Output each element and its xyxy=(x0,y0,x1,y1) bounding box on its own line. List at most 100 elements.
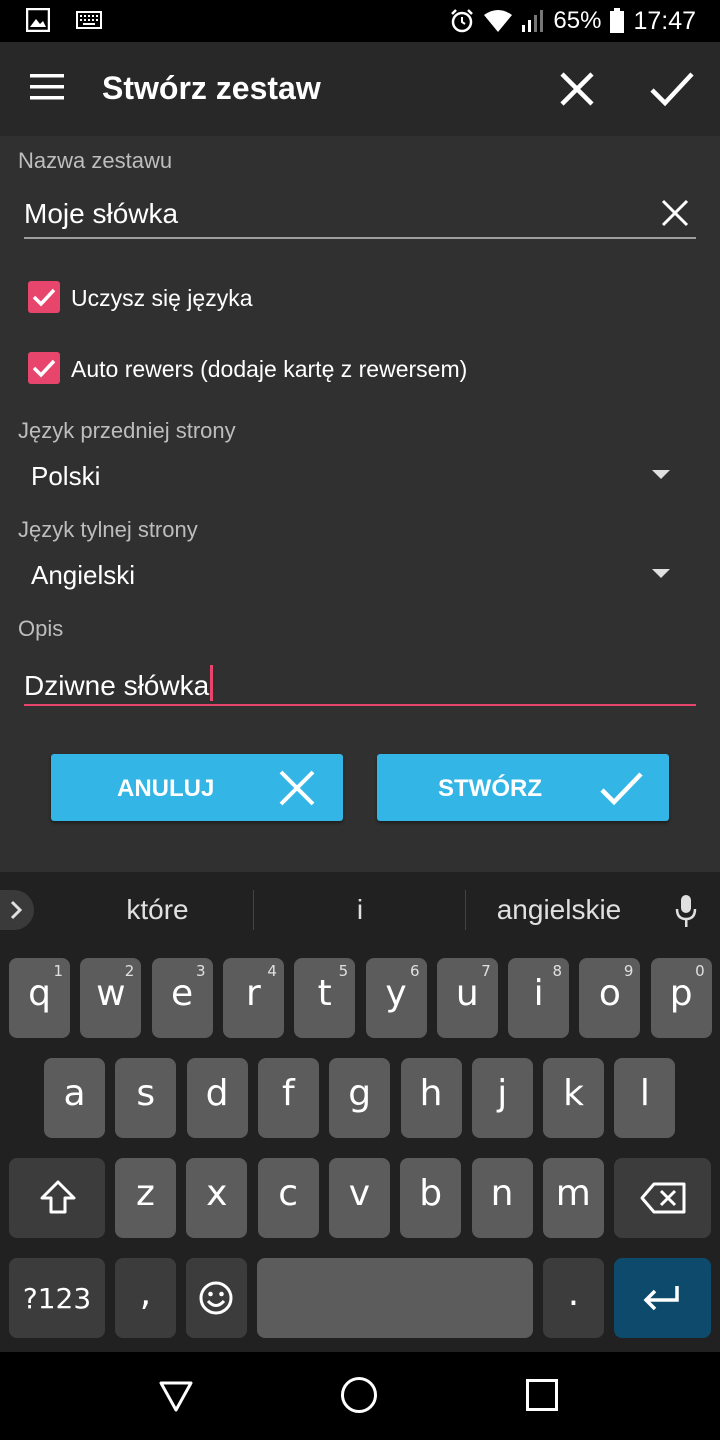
description-label: Opis xyxy=(18,616,64,641)
key-s-label: s xyxy=(136,1073,156,1114)
front-language-dropdown-icon[interactable] xyxy=(652,470,670,479)
key-c[interactable]: c xyxy=(257,1158,319,1238)
back-language-select[interactable]: Angielski xyxy=(31,560,135,591)
back-language-dropdown-icon[interactable] xyxy=(652,569,670,578)
suggestion-strip: które i angielskie xyxy=(0,872,720,948)
key-f[interactable]: f xyxy=(257,1058,319,1138)
key-p-hint: 0 xyxy=(695,962,705,980)
key-t-hint: 5 xyxy=(338,962,349,980)
key-b[interactable]: b xyxy=(400,1158,462,1238)
battery-icon xyxy=(610,8,625,33)
app-bar: Stwórz zestaw xyxy=(0,42,720,136)
clear-text-icon[interactable] xyxy=(660,198,690,228)
keyboard-notification-icon xyxy=(76,11,102,29)
key-g-label: g xyxy=(348,1073,372,1114)
key-a[interactable]: a xyxy=(44,1058,105,1138)
front-language-label: Język przedniej strony xyxy=(18,418,236,443)
key-i[interactable]: i8 xyxy=(508,958,570,1038)
key-w[interactable]: w2 xyxy=(80,958,142,1038)
front-language-select[interactable]: Polski xyxy=(31,461,100,492)
key-l-label: l xyxy=(639,1073,650,1114)
key-i-hint: 8 xyxy=(552,962,563,980)
key-w-hint: 2 xyxy=(124,962,135,980)
enter-arrow-icon xyxy=(643,1286,679,1311)
create-button-label: STWÓRZ xyxy=(438,775,542,802)
key-z-label: z xyxy=(136,1173,155,1214)
key-t[interactable]: t5 xyxy=(294,958,356,1038)
back-triangle-icon[interactable] xyxy=(158,1378,194,1414)
key-v[interactable]: v xyxy=(328,1158,390,1238)
cancel-button[interactable]: ANULUJ xyxy=(51,754,343,821)
key-n-label: n xyxy=(490,1173,514,1214)
key-f-label: f xyxy=(282,1073,295,1114)
shift-key[interactable] xyxy=(9,1158,105,1238)
microphone-icon[interactable] xyxy=(674,894,698,928)
key-d-label: d xyxy=(205,1073,229,1114)
learn-language-label[interactable]: Uczysz się języka xyxy=(71,285,252,312)
key-n[interactable]: n xyxy=(471,1158,533,1238)
battery-percent: 65% xyxy=(553,7,602,34)
back-language-label: Język tylnej strony xyxy=(18,517,198,542)
period-key[interactable]: . xyxy=(543,1258,604,1338)
key-g[interactable]: g xyxy=(329,1058,391,1138)
suggestion-3[interactable]: angielskie xyxy=(470,894,648,926)
key-d[interactable]: d xyxy=(186,1058,248,1138)
recent-apps-square-icon[interactable] xyxy=(526,1379,558,1411)
key-k[interactable]: k xyxy=(543,1058,605,1138)
learn-language-checkbox[interactable] xyxy=(28,281,60,313)
key-a-label: a xyxy=(63,1073,86,1114)
key-q-hint: 1 xyxy=(53,962,63,980)
key-o-hint: 9 xyxy=(623,962,634,980)
name-input-underline xyxy=(24,237,696,239)
auto-reverse-label[interactable]: Auto rewers (dodaje kartę z rewersem) xyxy=(71,356,467,383)
key-o[interactable]: o9 xyxy=(579,958,641,1038)
key-y[interactable]: y6 xyxy=(365,958,427,1038)
key-u[interactable]: u7 xyxy=(436,958,498,1038)
check-icon xyxy=(600,772,643,806)
key-r[interactable]: r4 xyxy=(222,958,284,1038)
comma-key[interactable]: , xyxy=(115,1258,176,1338)
chevron-right-icon xyxy=(10,900,23,920)
key-b-label: b xyxy=(419,1173,443,1214)
key-z[interactable]: z xyxy=(115,1158,176,1238)
key-j[interactable]: j xyxy=(471,1058,533,1138)
key-l[interactable]: l xyxy=(614,1058,676,1138)
expand-suggestions-button[interactable] xyxy=(0,890,34,930)
home-circle-icon[interactable] xyxy=(341,1377,377,1413)
name-input[interactable]: Moje słówka xyxy=(24,198,178,230)
key-v-label: v xyxy=(348,1173,371,1214)
hamburger-menu-icon[interactable] xyxy=(30,74,66,102)
status-bar: 65% 17:47 xyxy=(0,0,720,42)
description-input[interactable]: Dziwne słówka xyxy=(24,665,214,702)
emoji-key[interactable] xyxy=(186,1258,247,1338)
backspace-key[interactable] xyxy=(614,1158,711,1238)
symbols-key-label: ?123 xyxy=(22,1282,92,1315)
image-notification-icon xyxy=(26,8,50,32)
confirm-check-icon[interactable] xyxy=(648,68,696,110)
key-e[interactable]: e3 xyxy=(151,958,213,1038)
auto-reverse-checkbox[interactable] xyxy=(28,352,60,384)
signal-icon xyxy=(522,10,544,32)
key-p[interactable]: p0 xyxy=(650,958,712,1038)
suggestion-2[interactable]: i xyxy=(260,894,460,926)
symbols-key[interactable]: ?123 xyxy=(9,1258,105,1338)
key-k-label: k xyxy=(563,1073,585,1114)
key-q[interactable]: q1 xyxy=(9,958,70,1038)
key-x-label: x xyxy=(206,1173,228,1214)
space-key[interactable] xyxy=(257,1258,533,1338)
description-text: Dziwne słówka xyxy=(24,670,210,701)
create-button[interactable]: STWÓRZ xyxy=(377,754,669,821)
key-s[interactable]: s xyxy=(115,1058,177,1138)
text-cursor xyxy=(210,665,214,701)
wifi-icon xyxy=(484,10,513,32)
close-icon[interactable] xyxy=(556,68,598,110)
key-m[interactable]: m xyxy=(542,1158,604,1238)
key-x[interactable]: x xyxy=(186,1158,248,1238)
suggestion-1[interactable]: które xyxy=(60,894,255,926)
enter-key[interactable] xyxy=(614,1258,711,1338)
key-y-hint: 6 xyxy=(409,962,420,980)
key-h[interactable]: h xyxy=(400,1058,462,1138)
description-input-underline xyxy=(24,704,696,706)
name-label: Nazwa zestawu xyxy=(18,148,173,173)
checkmark-icon xyxy=(32,359,56,378)
